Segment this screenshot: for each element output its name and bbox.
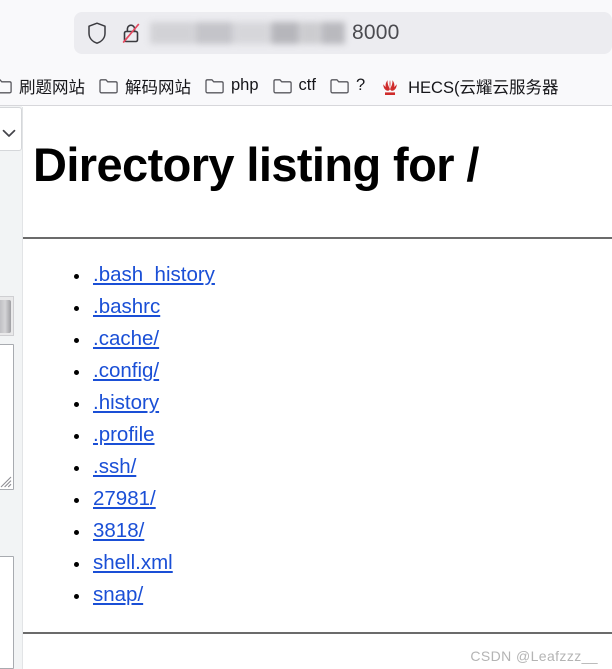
list-item: .bashrc: [91, 291, 215, 323]
bookmark-label: ?: [355, 76, 366, 94]
divider-top: [23, 237, 612, 239]
list-item: 27981/: [91, 483, 215, 515]
directory-entry-link[interactable]: .ssh/: [93, 455, 136, 478]
list-item: .config/: [91, 355, 215, 387]
directory-entry-link[interactable]: shell.xml: [93, 551, 173, 574]
list-item: .cache/: [91, 323, 215, 355]
url-port-text: 8000: [352, 21, 400, 44]
list-item: .ssh/: [91, 451, 215, 483]
bookmark-item-4[interactable]: ?: [323, 71, 372, 101]
scrollbar-thumb[interactable]: [0, 300, 11, 333]
directory-entry-link[interactable]: .bash_history: [93, 263, 215, 286]
folder-icon: [0, 77, 12, 94]
folder-icon: [205, 77, 224, 94]
browser-chrome: 8000 刷题网站 解码网站 php ctf ? HECS(云耀云服务器: [0, 0, 612, 106]
page-content: Directory listing for / .bash_history .b…: [22, 107, 612, 669]
browser-window: 8000 刷题网站 解码网站 php ctf ? HECS(云耀云服务器 Dir…: [0, 0, 612, 669]
directory-entry-link[interactable]: 27981/: [93, 487, 156, 510]
bookmark-item-0[interactable]: 刷题网站: [0, 71, 92, 101]
bookmarks-bar: 刷题网站 解码网站 php ctf ? HECS(云耀云服务器: [0, 66, 612, 105]
folder-icon: [99, 77, 118, 94]
bookmark-item-1[interactable]: 解码网站: [92, 71, 198, 101]
bookmark-label: ctf: [298, 76, 316, 94]
divider-bottom: [23, 632, 612, 634]
list-item: shell.xml: [91, 547, 215, 579]
folder-icon: [330, 77, 349, 94]
directory-entry-link[interactable]: .history: [93, 391, 159, 414]
list-item: .profile: [91, 419, 215, 451]
url-text-redacted[interactable]: [150, 20, 350, 46]
gutter-textarea[interactable]: [0, 344, 14, 490]
shield-icon[interactable]: [86, 21, 108, 45]
bookmark-label: php: [231, 76, 259, 94]
directory-entry-link[interactable]: snap/: [93, 583, 143, 606]
gutter-dropdown[interactable]: [0, 107, 22, 151]
lock-slash-icon[interactable]: [120, 21, 142, 45]
bookmark-item-3[interactable]: ctf: [266, 71, 323, 101]
gutter-panel[interactable]: [0, 556, 14, 669]
gutter-scrollbar[interactable]: [0, 296, 14, 336]
directory-entry-link[interactable]: .profile: [93, 423, 155, 446]
page-title: Directory listing for /: [33, 138, 479, 191]
directory-entry-link[interactable]: .cache/: [93, 327, 159, 350]
directory-entry-link[interactable]: 3818/: [93, 519, 144, 542]
list-item: 3818/: [91, 515, 215, 547]
list-item: .bash_history: [91, 259, 215, 291]
bookmark-item-5[interactable]: HECS(云耀云服务器: [372, 71, 565, 101]
list-item: .history: [91, 387, 215, 419]
address-bar[interactable]: 8000: [74, 12, 612, 54]
directory-entry-link[interactable]: .config/: [93, 359, 159, 382]
chevron-down-icon: [2, 125, 16, 137]
folder-icon: [272, 77, 292, 94]
directory-entry-link[interactable]: .bashrc: [93, 295, 160, 318]
list-item: snap/: [91, 579, 215, 611]
directory-listing: .bash_history .bashrc .cache/ .config/ .…: [69, 259, 215, 611]
huawei-icon: [379, 75, 401, 97]
watermark-text: CSDN @Leafzzz__: [470, 648, 598, 664]
bookmark-label: HECS(云耀云服务器: [408, 78, 559, 97]
bookmark-item-2[interactable]: php: [198, 71, 266, 101]
address-bar-row: 8000: [0, 0, 612, 66]
bookmark-label: 解码网站: [125, 78, 191, 97]
resize-grip-icon[interactable]: [0, 474, 12, 488]
bookmark-label: 刷题网站: [19, 78, 85, 97]
